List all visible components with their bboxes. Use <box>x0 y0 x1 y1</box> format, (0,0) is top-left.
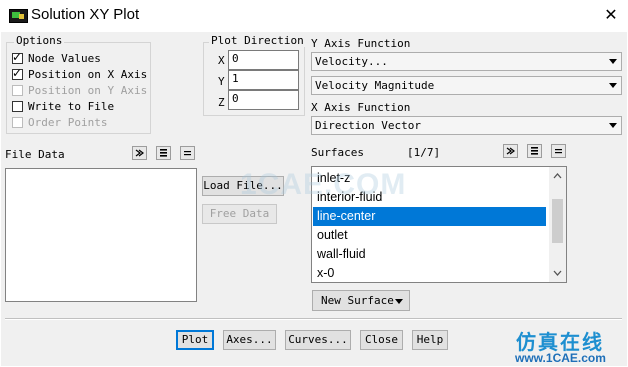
scroll-up-icon[interactable] <box>549 169 566 183</box>
file-data-label: File Data <box>5 148 65 161</box>
free-data-button: Free Data <box>202 204 277 224</box>
deselect-surfaces-button[interactable] <box>551 144 566 158</box>
select-all-surfaces-button[interactable] <box>503 144 518 158</box>
select-list-surfaces-button[interactable] <box>527 144 542 158</box>
z-direction-label: Z <box>218 96 225 109</box>
brand-watermark-url: www.1CAE.com <box>515 351 606 365</box>
curves-button[interactable]: Curves... <box>285 330 351 350</box>
list-icon <box>160 149 167 157</box>
bottom-separator <box>5 318 622 320</box>
chevron-down-icon <box>609 83 617 88</box>
y-direction-label: Y <box>218 75 225 88</box>
y-axis-function-label: Y Axis Function <box>311 37 411 50</box>
chevron-down-icon <box>609 59 617 64</box>
position-on-y-axis-label: Position on Y Axis <box>28 84 148 97</box>
y-direction-field[interactable]: 1 <box>228 70 299 90</box>
checkbox-box <box>12 117 23 128</box>
equals-icon <box>184 151 191 156</box>
window-title: Solution XY Plot <box>31 6 140 23</box>
surfaces-label: Surfaces <box>311 146 364 159</box>
help-button[interactable]: Help <box>412 330 448 350</box>
write-to-file-label: Write to File <box>28 100 115 113</box>
y-axis-category-dropdown[interactable]: Velocity... <box>311 52 622 71</box>
node-values-label: Node Values <box>28 52 101 65</box>
plot-direction-legend: Plot Direction <box>209 34 306 47</box>
list-icon <box>531 147 538 155</box>
y-axis-quantity-dropdown[interactable]: Velocity Magnitude <box>311 76 622 95</box>
title-bar[interactable]: Solution XY Plot ✕ <box>0 0 628 32</box>
axes-button[interactable]: Axes... <box>223 330 276 350</box>
chevron-down-icon <box>609 123 617 128</box>
surface-item-line-center[interactable]: line-center <box>313 207 546 226</box>
surfaces-scrollbar[interactable] <box>549 167 566 282</box>
options-legend: Options <box>14 34 65 47</box>
checkbox-box[interactable]: ✓ <box>12 50 23 64</box>
order-points-checkbox: Order Points <box>12 115 107 130</box>
checkbox-box <box>12 85 23 96</box>
close-button[interactable]: Close <box>360 330 403 350</box>
select-all-icon <box>506 147 515 155</box>
position-on-y-axis-checkbox: Position on Y Axis <box>12 83 147 98</box>
z-direction-field[interactable]: 0 <box>228 90 299 110</box>
checkbox-box[interactable] <box>12 101 23 112</box>
x-axis-function-value: Direction Vector <box>315 119 421 132</box>
surfaces-count: [1/7] <box>407 146 441 159</box>
select-all-file-data-button[interactable] <box>132 146 147 160</box>
chevron-down-icon <box>395 299 403 304</box>
select-list-file-data-button[interactable] <box>156 146 171 160</box>
scroll-thumb[interactable] <box>552 199 563 243</box>
file-data-list[interactable] <box>5 168 197 302</box>
y-axis-category-value: Velocity... <box>315 55 388 68</box>
scroll-down-icon[interactable] <box>549 266 566 280</box>
deselect-file-data-button[interactable] <box>180 146 195 160</box>
fluent-app-icon <box>9 9 28 23</box>
close-icon[interactable]: ✕ <box>600 3 622 27</box>
select-all-icon <box>135 149 144 157</box>
node-values-checkbox[interactable]: ✓ Node Values <box>12 50 101 66</box>
surface-item-outlet[interactable]: outlet <box>313 226 546 245</box>
y-axis-quantity-value: Velocity Magnitude <box>315 79 435 92</box>
new-surface-label: New Surface <box>321 294 394 307</box>
plot-button[interactable]: Plot <box>176 330 214 350</box>
surface-item-wall-fluid[interactable]: wall-fluid <box>313 245 546 264</box>
x-axis-function-dropdown[interactable]: Direction Vector <box>311 116 622 135</box>
write-to-file-checkbox[interactable]: Write to File <box>12 99 114 114</box>
equals-icon <box>555 149 562 154</box>
position-on-x-axis-checkbox[interactable]: ✓ Position on X Axis <box>12 66 148 82</box>
position-on-x-axis-label: Position on X Axis <box>28 68 148 81</box>
surface-item-x-0[interactable]: x-0 <box>313 264 546 282</box>
new-surface-dropdown-button[interactable]: New Surface <box>312 290 410 311</box>
x-axis-function-label: X Axis Function <box>311 101 411 114</box>
x-direction-field[interactable]: 0 <box>228 50 299 70</box>
x-direction-label: X <box>218 54 225 67</box>
checkbox-box[interactable]: ✓ <box>12 66 23 80</box>
order-points-label: Order Points <box>28 116 108 129</box>
center-watermark: 1CAE.COM <box>240 168 407 201</box>
